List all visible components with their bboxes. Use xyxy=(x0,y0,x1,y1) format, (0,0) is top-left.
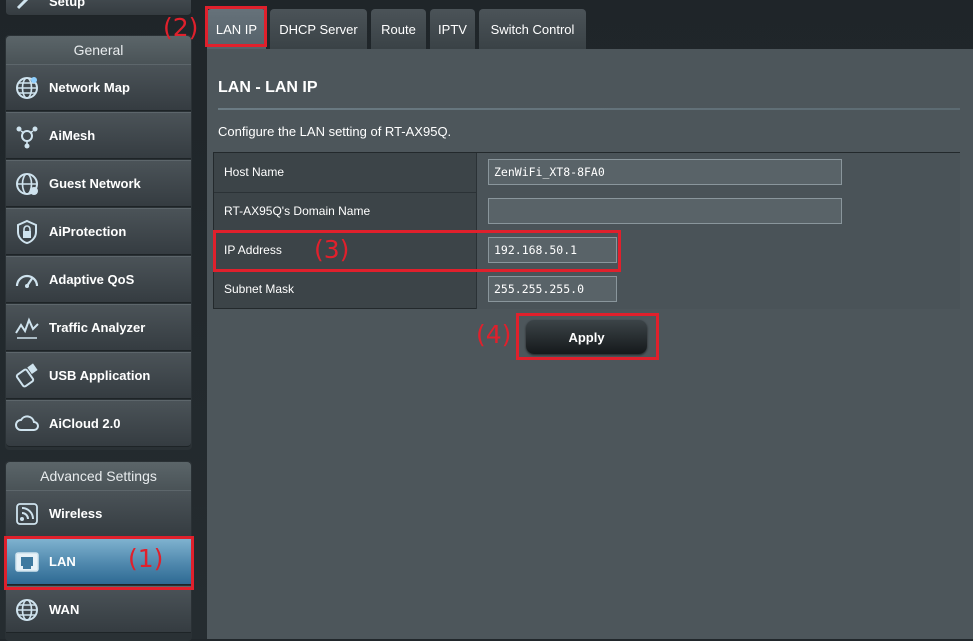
sidebar-item-wireless[interactable]: Wireless xyxy=(6,490,191,537)
wan-globe-icon xyxy=(13,596,41,624)
advanced-section-header: Advanced Settings xyxy=(6,462,191,490)
tab-route[interactable]: Route xyxy=(371,9,426,49)
annotation-step-2: (2) xyxy=(163,13,199,42)
host-name-label: Host Name xyxy=(224,165,285,179)
domain-name-label: RT-AX95Q's Domain Name xyxy=(224,204,371,218)
aimesh-icon xyxy=(13,122,41,150)
table-row: Subnet Mask 255.255.255.0 xyxy=(214,270,960,309)
annotation-box-lan-ip-tab xyxy=(205,6,267,47)
value-cell: ZenWiFi_XT8-8FA0 xyxy=(476,153,960,192)
traffic-analyzer-icon xyxy=(13,314,41,342)
annotation-box-lan xyxy=(4,536,194,590)
sidebar-item-label: USB Application xyxy=(49,368,151,383)
domain-name-input[interactable] xyxy=(488,198,842,224)
wireless-icon xyxy=(13,500,41,528)
lock-shield-icon xyxy=(13,218,41,246)
guest-network-icon xyxy=(13,170,41,198)
annotation-step-4: (4) xyxy=(476,320,512,349)
tab-dhcp-server[interactable]: DHCP Server xyxy=(270,9,367,49)
sidebar-item-label: AiProtection xyxy=(49,224,127,239)
sidebar-item-label: Setup xyxy=(49,0,86,9)
setup-wand-icon xyxy=(13,0,41,15)
usb-icon xyxy=(13,362,41,390)
annotation-step-1: (1) xyxy=(128,544,164,573)
value-cell xyxy=(476,192,960,231)
cloud-icon xyxy=(13,410,41,438)
subnet-mask-label: Subnet Mask xyxy=(224,282,295,296)
subnet-mask-input[interactable]: 255.255.255.0 xyxy=(488,276,617,302)
sidebar-item-usb-application[interactable]: USB Application xyxy=(6,352,191,399)
page-title: LAN - LAN IP xyxy=(218,79,318,96)
table-row: Host Name ZenWiFi_XT8-8FA0 xyxy=(214,153,960,193)
annotation-step-3: (3) xyxy=(314,235,350,264)
sidebar-item-label: Wireless xyxy=(49,506,103,521)
sidebar-item-aicloud[interactable]: AiCloud 2.0 xyxy=(6,400,191,447)
annotation-box-apply xyxy=(516,313,659,360)
host-name-input[interactable]: ZenWiFi_XT8-8FA0 xyxy=(488,159,842,185)
sidebar-item-label: Traffic Analyzer xyxy=(49,320,146,335)
globe-icon xyxy=(13,74,41,102)
sidebar-item-label: AiCloud 2.0 xyxy=(49,416,121,431)
value-cell: 255.255.255.0 xyxy=(476,270,960,309)
annotation-box-ip-address xyxy=(213,230,621,272)
tab-switch-control[interactable]: Switch Control xyxy=(479,9,586,49)
sidebar-item-label: Network Map xyxy=(49,80,130,95)
tab-iptv[interactable]: IPTV xyxy=(430,9,475,49)
sidebar-item-guest-network[interactable]: Guest Network xyxy=(6,160,191,207)
table-row: RT-AX95Q's Domain Name xyxy=(214,192,960,232)
sidebar-item-adaptive-qos[interactable]: Adaptive QoS xyxy=(6,256,191,303)
gauge-icon xyxy=(13,266,41,294)
sidebar-item-label: WAN xyxy=(49,602,80,617)
title-divider xyxy=(218,108,960,110)
sidebar-item-label: Adaptive QoS xyxy=(49,272,135,287)
sidebar-item-traffic-analyzer[interactable]: Traffic Analyzer xyxy=(6,304,191,351)
sidebar-item-aiprotection[interactable]: AiProtection xyxy=(6,208,191,255)
sidebar-item-network-map[interactable]: Network Map xyxy=(6,64,191,111)
sidebar-item-aimesh[interactable]: AiMesh xyxy=(6,112,191,159)
sidebar-item-label: Guest Network xyxy=(49,176,141,191)
sidebar-item-wan[interactable]: WAN xyxy=(6,586,191,633)
page-description: Configure the LAN setting of RT-AX95Q. xyxy=(218,124,452,139)
sidebar-item-label: AiMesh xyxy=(49,128,96,143)
